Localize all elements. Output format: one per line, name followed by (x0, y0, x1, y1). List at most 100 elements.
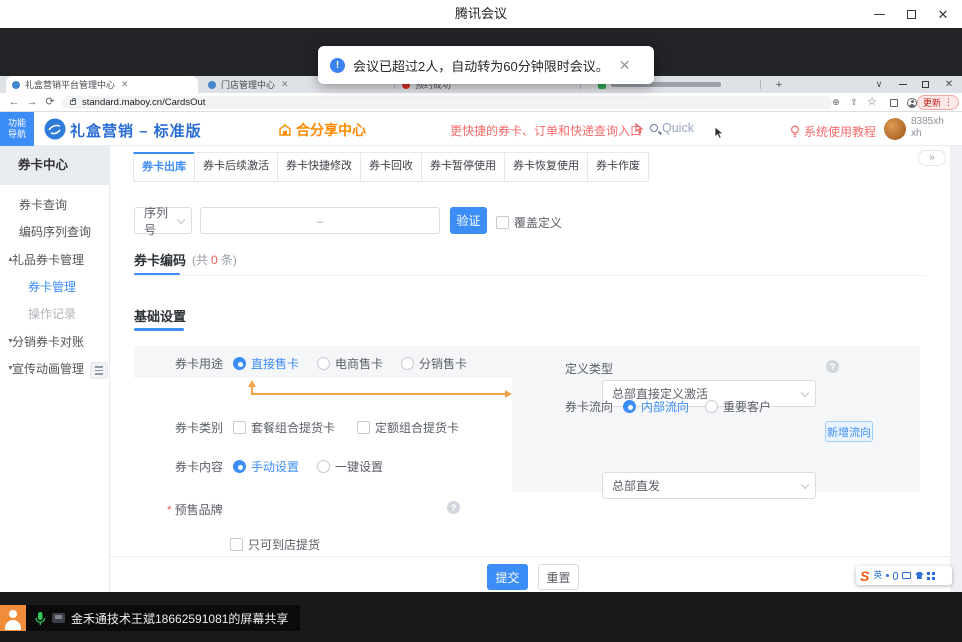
microphone-icon (34, 611, 46, 626)
notification-text: 会议已超过2人，自动转为60分钟限时会议。 (353, 56, 609, 75)
share-center-link[interactable]: 合分享中心 (278, 120, 366, 140)
category-option-combo[interactable]: 套餐组合提货卡 (251, 419, 335, 436)
reload-button[interactable]: ⟳ (42, 95, 58, 110)
expand-panel-button[interactable]: » (918, 150, 946, 166)
ime-keyboard-icon[interactable] (902, 572, 911, 579)
tab-label: 券卡回收 (369, 160, 413, 172)
define-type-label: 定义类型 (565, 360, 613, 377)
category-option-fixed[interactable]: 定额组合提货卡 (375, 419, 459, 436)
sidebar-collapse-handle[interactable] (90, 362, 108, 379)
sidebar-item-card-mgmt[interactable]: 券卡管理 (0, 274, 110, 300)
address-bar[interactable]: standard.maboy.cn/CardsOut (62, 96, 832, 109)
store-pickup-row: 只可到店提货 (230, 536, 320, 553)
presale-brand-help-icon[interactable]: ? (447, 501, 460, 514)
usage-radio-distribution[interactable] (401, 357, 414, 370)
content-radio-manual[interactable] (233, 460, 246, 473)
sidebar-group-gift-card-mgmt[interactable]: ▲ 礼品券卡管理 (0, 247, 110, 273)
profile-icon (907, 98, 917, 108)
usage-radio-direct[interactable] (233, 357, 246, 370)
chevron-down-icon (177, 215, 185, 223)
zoom-page-icon[interactable]: ⊕ (828, 95, 844, 110)
usage-option-ecommerce[interactable]: 电商售卡 (335, 355, 383, 372)
browser-minimize-button[interactable] (894, 78, 912, 91)
override-checkbox[interactable] (496, 216, 509, 229)
category-checkbox-combo[interactable] (233, 421, 246, 434)
ime-skin-icon[interactable] (915, 572, 923, 579)
quick-search-link[interactable]: Quick (650, 121, 694, 135)
app-logo-icon (44, 118, 66, 140)
minimize-button[interactable] (864, 0, 894, 28)
content-radio-onekey[interactable] (317, 460, 330, 473)
verify-button[interactable]: 验证 (450, 207, 487, 234)
tab-card-outbound[interactable]: 券卡出库 (133, 152, 195, 182)
sidebar-group-distribution-recon[interactable]: ▼ 分销券卡对账 (0, 329, 110, 355)
back-button[interactable]: ← (6, 95, 22, 110)
usage-option-distribution[interactable]: 分销售卡 (419, 355, 467, 372)
tab-card-later-activate[interactable]: 券卡后续激活 (194, 152, 278, 182)
ime-language-mode-icon[interactable]: 英 (873, 571, 882, 580)
notification-close-button[interactable]: ✕ (619, 57, 631, 74)
close-window-button[interactable]: ✕ (928, 0, 958, 28)
tab-close-icon[interactable]: ✕ (281, 79, 289, 90)
close-icon: ✕ (945, 79, 953, 90)
browser-restore-button[interactable] (916, 78, 934, 91)
tab-card-quick-edit[interactable]: 券卡快捷修改 (277, 152, 361, 182)
bookmark-star-button[interactable]: ☆ (864, 95, 880, 110)
main-panel: 券卡出库 券卡后续激活 券卡快捷修改 券卡回收 券卡暂停使用 券卡恢复使用 券卡… (110, 146, 950, 592)
share-page-icon[interactable]: ⇪ (846, 95, 862, 110)
tab-search-button[interactable]: ∨ (870, 78, 888, 91)
kebab-menu-icon[interactable]: ⋮ (944, 97, 953, 108)
flow-radio-vip[interactable] (705, 400, 718, 413)
new-tab-button[interactable]: + (770, 78, 788, 91)
tutorial-link[interactable]: 系统使用教程 (790, 123, 876, 140)
sogou-logo-icon[interactable]: S (860, 569, 869, 583)
override-label: 覆盖定义 (514, 214, 562, 231)
extensions-button[interactable] (886, 95, 902, 110)
browser-tab-active[interactable]: 礼盒营销平台管理中心 ✕ (6, 76, 198, 93)
add-flow-button[interactable]: 新增流向 (825, 421, 873, 442)
sidebar-item-code-seq-query[interactable]: 编码序列查询 (0, 219, 110, 245)
serial-range-input[interactable]: – (200, 207, 440, 234)
content-area: 券卡中心 券卡查询 编码序列查询 ▲ 礼品券卡管理 券卡管理 操作记录 ▼ 分销… (0, 146, 962, 592)
star-icon: ☆ (867, 96, 877, 108)
store-pickup-checkbox[interactable] (230, 538, 243, 551)
codes-header: 券卡编码 (共 0 条) (134, 250, 237, 269)
define-type-row: 定义类型 (565, 360, 613, 377)
ime-microphone-icon[interactable] (893, 572, 898, 580)
tab-card-recycle[interactable]: 券卡回收 (360, 152, 422, 182)
sidebar-item-operation-log[interactable]: 操作记录 (0, 301, 110, 327)
submit-button[interactable]: 提交 (487, 564, 528, 590)
browser-close-button[interactable]: ✕ (940, 78, 958, 91)
content-option-onekey[interactable]: 一键设置 (335, 458, 383, 475)
ime-toolbox-icon[interactable] (927, 572, 935, 580)
serial-type-select[interactable]: 序列号 (134, 207, 192, 234)
usage-radio-ecommerce[interactable] (317, 357, 330, 370)
codes-title: 券卡编码 (134, 250, 186, 269)
define-type-help-icon[interactable]: ? (826, 360, 839, 373)
sidebar-item-label: 宣传动画管理 (12, 356, 84, 382)
info-glyph: ! (336, 60, 339, 71)
forward-button[interactable]: → (24, 95, 40, 110)
tab-card-suspend[interactable]: 券卡暂停使用 (421, 152, 505, 182)
app-header: 功能 导航 礼盒营销 – 标准版 合分享中心 更快捷的券卡、订单和快递查询入口 … (0, 112, 962, 146)
flow-option-internal[interactable]: 内部流向 (641, 398, 689, 415)
flow-option-vip[interactable]: 重要客户 (723, 398, 771, 415)
content-option-manual[interactable]: 手动设置 (251, 458, 299, 475)
function-nav-button[interactable]: 功能 导航 (0, 112, 34, 146)
codes-count-prefix: (共 (192, 251, 208, 268)
category-checkbox-fixed[interactable] (357, 421, 370, 434)
usage-option-direct[interactable]: 直接售卡 (251, 355, 299, 372)
tab-card-restore[interactable]: 券卡恢复使用 (504, 152, 588, 182)
tab-card-void[interactable]: 券卡作废 (587, 152, 649, 182)
tab-close-icon[interactable]: ✕ (121, 79, 129, 90)
sidebar-item-card-query[interactable]: 券卡查询 (0, 192, 110, 218)
flow-select[interactable]: 总部直发 (602, 472, 816, 499)
ime-punctuation-icon[interactable] (886, 574, 889, 577)
store-pickup-label[interactable]: 只可到店提货 (248, 536, 320, 553)
reset-button[interactable]: 重置 (538, 564, 579, 590)
favicon (208, 81, 216, 89)
maximize-button[interactable] (896, 0, 926, 28)
flow-radio-internal[interactable] (623, 400, 636, 413)
browser-update-button[interactable]: 更新 ⋮ (917, 95, 959, 110)
user-avatar[interactable] (884, 118, 906, 140)
